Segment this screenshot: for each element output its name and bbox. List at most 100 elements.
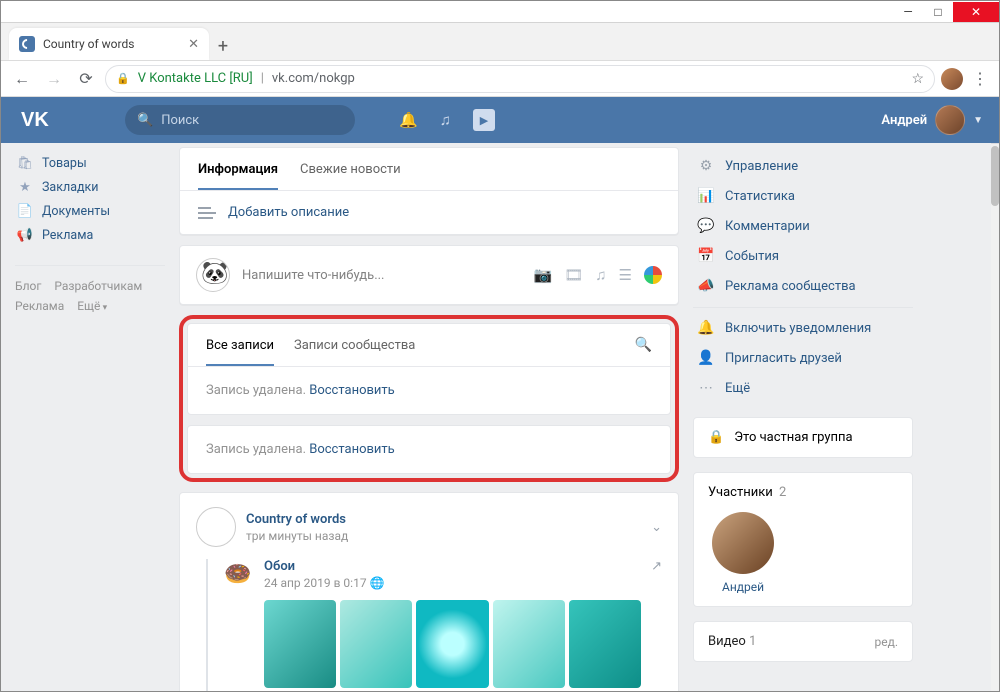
globe-icon: 🌐 [370,576,385,590]
post-menu-icon[interactable]: ⌄ [651,520,662,535]
attach-mixed-icon[interactable] [644,266,662,284]
megaphone-icon: 📣 [697,278,715,294]
vk-favicon [19,36,35,52]
private-group-card: 🔒 Это частная группа [693,417,913,458]
attach-more-icon[interactable]: ☰ [619,266,632,284]
tab-info[interactable]: Информация [198,148,278,190]
music-icon[interactable]: ♫ [440,111,451,129]
forward-button[interactable]: → [41,66,67,92]
window-titlebar: — □ ✕ [1,1,999,23]
sidebar-label: Закладки [42,180,99,195]
post-time: три минуты назад [246,529,348,543]
right-invite[interactable]: 👤Пригласить друзей [693,343,913,373]
search-icon: 🔍 [137,113,153,128]
wall-tab-community[interactable]: Записи сообщества [294,324,415,366]
right-manage[interactable]: ⚙Управление [693,151,913,181]
attach-music-icon[interactable]: ♫ [595,266,606,284]
gear-icon: ⚙ [697,158,715,174]
bell-icon: 🔔 [697,320,715,336]
repost-share-icon[interactable]: ↗ [651,559,662,691]
deleted-text: Запись удалена. [206,442,309,457]
members-card: Участники 2 Андрей [693,472,913,607]
browser-tab-strip: Country of words ✕ + [1,23,999,61]
stats-icon: 📊 [697,188,715,204]
window-maximize[interactable]: □ [923,2,953,22]
wall-highlight: Все записи Записи сообщества 🔍 Запись уд… [179,315,679,482]
member-name: Андрей [722,580,764,594]
new-post-box[interactable]: Напишите что-нибудь... 📷 🎞 ♫ ☰ [179,245,679,305]
right-events[interactable]: 📅События [693,241,913,271]
scrollbar-thumb[interactable] [991,146,999,206]
restore-link[interactable]: Восстановить [309,442,395,457]
tab-news[interactable]: Свежие новости [300,148,401,190]
sidebar-item-documents[interactable]: 📄Документы [15,199,165,223]
members-count: 2 [779,485,786,500]
thumbnail[interactable] [493,600,565,688]
sidebar-item-bookmarks[interactable]: ★Закладки [15,175,165,199]
close-tab-icon[interactable]: ✕ [188,37,199,52]
footer-ads[interactable]: Реклама [15,296,64,316]
footer-dev[interactable]: Разработчикам [54,276,142,296]
calendar-icon: 📅 [697,248,715,264]
wall-search-icon[interactable]: 🔍 [635,337,652,353]
repost-avatar[interactable] [220,559,254,593]
megaphone-icon: 📢 [17,227,33,243]
thumbnail[interactable] [416,600,488,688]
right-ads[interactable]: 📣Реклама сообщества [693,271,913,301]
window-close[interactable]: ✕ [953,2,999,22]
more-icon: ⋯ [697,380,715,396]
videos-edit-link[interactable]: ред. [874,635,898,649]
text-icon [198,207,216,219]
right-column: ⚙Управление 📊Статистика 💬Комментарии 📅Со… [693,143,913,691]
private-label: Это частная группа [734,430,852,445]
videos-card: Видео 1 ред. [693,621,913,662]
member-avatar [712,512,774,574]
right-more[interactable]: ⋯Ещё [693,373,913,403]
restore-link[interactable]: Восстановить [309,383,395,398]
add-description-row[interactable]: Добавить описание [180,191,678,234]
member-item[interactable]: Андрей [708,512,778,594]
videos-count: 1 [749,634,756,649]
sidebar-label: Товары [42,156,87,171]
right-comments[interactable]: 💬Комментарии [693,211,913,241]
window-scrollbar[interactable] [991,143,999,691]
header-user-name: Андрей [881,113,927,128]
thumbnail[interactable] [569,600,641,688]
address-bar[interactable]: 🔒 V Kontakte LLC [RU] | vk.com/nokgp ☆ [105,65,935,93]
header-user-menu[interactable]: Андрей ▼ [881,105,983,135]
footer-blog[interactable]: Блог [15,276,41,296]
vk-logo[interactable]: VK [21,109,111,131]
members-title[interactable]: Участники [708,485,773,500]
videos-title[interactable]: Видео [708,634,746,649]
bookmark-star-icon[interactable]: ☆ [911,71,924,87]
repost-author[interactable]: Обои [264,559,641,574]
post-author[interactable]: Country of words [246,512,348,527]
thumbnail[interactable] [264,600,336,688]
chrome-profile-avatar[interactable] [941,68,963,90]
vk-header: VK 🔍 Поиск 🔔 ♫ ▶ Андрей ▼ [1,97,999,143]
right-notify[interactable]: 🔔Включить уведомления [693,307,913,343]
right-stats[interactable]: 📊Статистика [693,181,913,211]
footer-more[interactable]: Ещё [77,296,107,316]
wall-tab-all[interactable]: Все записи [206,324,274,366]
browser-tab[interactable]: Country of words ✕ [9,28,209,60]
url-path: vk.com/nokgp [272,71,355,86]
notifications-icon[interactable]: 🔔 [399,111,418,129]
svg-text:VK: VK [21,109,49,131]
attach-video-icon[interactable]: 🎞 [564,266,583,284]
new-tab-button[interactable]: + [209,32,237,60]
post-avatar[interactable] [196,507,236,547]
sidebar-item-ads[interactable]: 📢Реклама [15,223,165,247]
thumbnail[interactable] [340,600,412,688]
deleted-post-2: Запись удалена. Восстановить [188,426,670,473]
sidebar-item-goods[interactable]: 🛍Товары [15,151,165,175]
reload-button[interactable]: ⟳ [73,66,99,92]
chrome-menu-icon[interactable]: ⋮ [969,69,991,88]
attach-photo-icon[interactable]: 📷 [534,266,553,284]
player-icon[interactable]: ▶ [473,109,495,131]
header-search[interactable]: 🔍 Поиск [125,105,355,135]
tab-title: Country of words [43,37,180,51]
deleted-post-1: Запись удалена. Восстановить [188,367,670,414]
window-minimize[interactable]: — [893,2,923,22]
back-button[interactable]: ← [9,66,35,92]
